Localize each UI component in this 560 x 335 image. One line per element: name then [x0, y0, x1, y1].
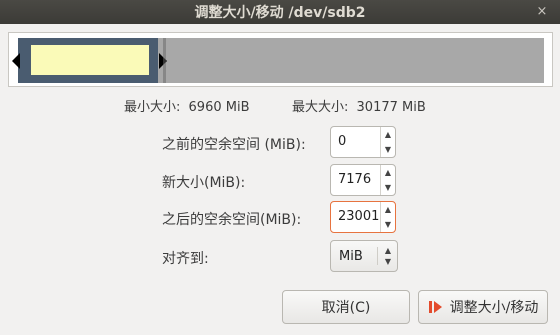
resize-handle-left-icon[interactable] — [12, 53, 20, 69]
title-bar: 调整大小/移动 /dev/sdb2 × — [0, 0, 560, 24]
max-size-value: 30177 MiB — [356, 100, 426, 115]
max-size-info: 最大大小: 30177 MiB — [292, 96, 426, 115]
spinner-buttons: ▲ ▼ — [380, 202, 395, 232]
chevron-down-icon[interactable]: ▼ — [381, 142, 395, 157]
free-after-value[interactable]: 23001 — [338, 209, 379, 224]
resize-handle-line — [163, 38, 166, 83]
cancel-label: 取消(C) — [321, 300, 371, 316]
new-size-label: 新大小(MiB): — [162, 175, 246, 191]
free-after-spinner[interactable]: 23001 ▲ ▼ — [330, 201, 396, 233]
min-size-info: 最小大小: 6960 MiB — [124, 96, 250, 115]
dialog-title: 调整大小/移动 /dev/sdb2 — [194, 5, 366, 21]
resize-move-button[interactable]: 调整大小/移动 — [418, 290, 548, 324]
partition-used-area[interactable] — [31, 45, 149, 75]
chevron-up-icon[interactable]: ▲ — [381, 165, 395, 180]
close-icon[interactable]: × — [534, 4, 550, 20]
spinner-buttons: ▲ ▼ — [380, 127, 395, 157]
free-after-label: 之后的空余空间(MiB): — [162, 212, 302, 228]
min-size-value: 6960 MiB — [188, 100, 250, 115]
new-size-value[interactable]: 7176 — [338, 172, 371, 187]
align-label: 对齐到: — [162, 251, 209, 267]
chevron-up-icon[interactable]: ▲ — [381, 127, 395, 142]
spinner-buttons: ▲ ▼ — [380, 165, 395, 195]
chevron-down-icon[interactable]: ▼ — [381, 180, 395, 195]
updown-arrows-icon[interactable]: ▲ ▼ — [381, 245, 395, 267]
chevron-up-icon[interactable]: ▲ — [381, 202, 395, 217]
align-dropdown[interactable]: MiB ▲ ▼ — [330, 240, 398, 272]
resize-move-icon — [428, 299, 444, 315]
align-value[interactable]: MiB — [339, 249, 363, 264]
free-before-label: 之前的空余空间 (MiB): — [162, 137, 306, 153]
max-size-label: 最大大小: — [292, 100, 349, 115]
dropdown-separator — [377, 247, 378, 265]
chevron-down-icon[interactable]: ▼ — [381, 217, 395, 232]
min-size-label: 最小大小: — [124, 100, 181, 115]
resize-move-dialog: 调整大小/移动 /dev/sdb2 × 最小大小: 6960 MiB 最大大小:… — [0, 0, 560, 335]
free-before-spinner[interactable]: 0 ▲ ▼ — [330, 126, 396, 158]
resize-move-label: 调整大小/移动 — [449, 300, 539, 316]
free-before-value[interactable]: 0 — [338, 134, 346, 149]
new-size-spinner[interactable]: 7176 ▲ ▼ — [330, 164, 396, 196]
cancel-button[interactable]: 取消(C) — [282, 290, 410, 324]
